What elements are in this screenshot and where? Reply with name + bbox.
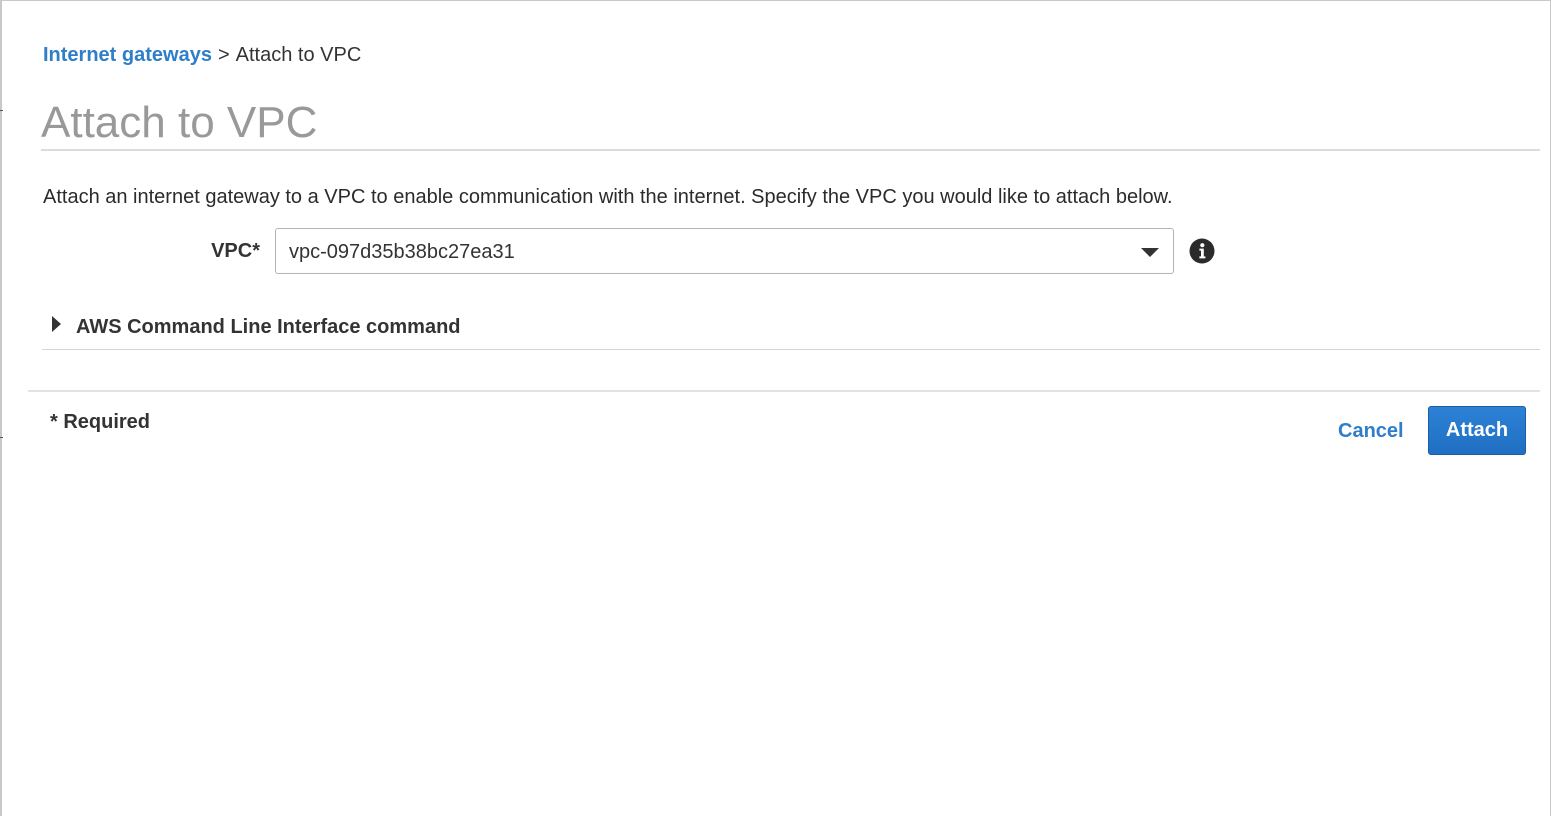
cancel-button[interactable]: Cancel bbox=[1338, 419, 1404, 443]
page-description: Attach an internet gateway to a VPC to e… bbox=[43, 186, 1173, 208]
breadcrumb-internet-gateways-link[interactable]: Internet gateways bbox=[43, 44, 212, 66]
breadcrumb: Internet gateways > Attach to VPC bbox=[43, 43, 361, 67]
breadcrumb-current: Attach to VPC bbox=[235, 44, 362, 66]
vpc-select-value: vpc-097d35b38bc27ea31 bbox=[289, 241, 515, 263]
page-title: Attach to VPC bbox=[41, 98, 318, 147]
title-divider bbox=[41, 149, 1540, 151]
edge-tick bbox=[0, 110, 3, 111]
chevron-down-icon bbox=[1141, 248, 1159, 257]
cli-command-label: AWS Command Line Interface command bbox=[76, 316, 461, 338]
attach-button[interactable]: Attach bbox=[1428, 406, 1526, 455]
breadcrumb-separator: > bbox=[217, 44, 230, 66]
footer-divider bbox=[28, 390, 1540, 392]
vpc-label: VPC* bbox=[211, 240, 260, 262]
cli-divider bbox=[42, 349, 1540, 350]
caret-right-icon bbox=[52, 316, 61, 332]
required-note: * Required bbox=[50, 411, 151, 433]
info-circle-icon[interactable] bbox=[1189, 238, 1215, 264]
vpc-select[interactable]: vpc-097d35b38bc27ea31 bbox=[275, 228, 1174, 274]
edge-tick bbox=[0, 437, 3, 438]
